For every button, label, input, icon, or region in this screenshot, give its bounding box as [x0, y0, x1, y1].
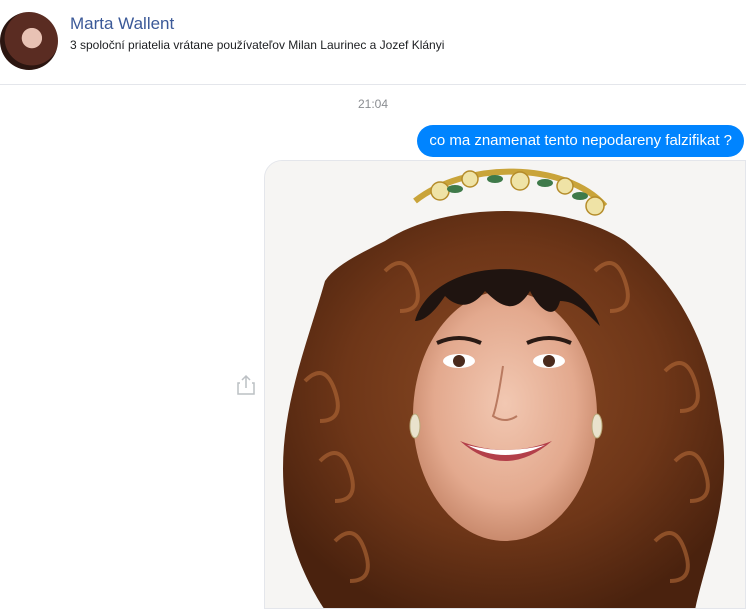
share-icon[interactable]: [236, 374, 256, 396]
message-timestamp: 21:04: [357, 97, 389, 111]
mutual-friends-text: 3 spoloční priatelia vrátane používateľo…: [70, 38, 445, 52]
message-bubble[interactable]: co ma znamenat tento nepodareny falzifik…: [417, 125, 744, 157]
conversation-header: Marta Wallent 3 spoloční priatelia vráta…: [0, 0, 746, 85]
contact-name[interactable]: Marta Wallent: [70, 14, 174, 34]
message-photo[interactable]: [264, 160, 746, 609]
avatar[interactable]: [0, 12, 58, 70]
